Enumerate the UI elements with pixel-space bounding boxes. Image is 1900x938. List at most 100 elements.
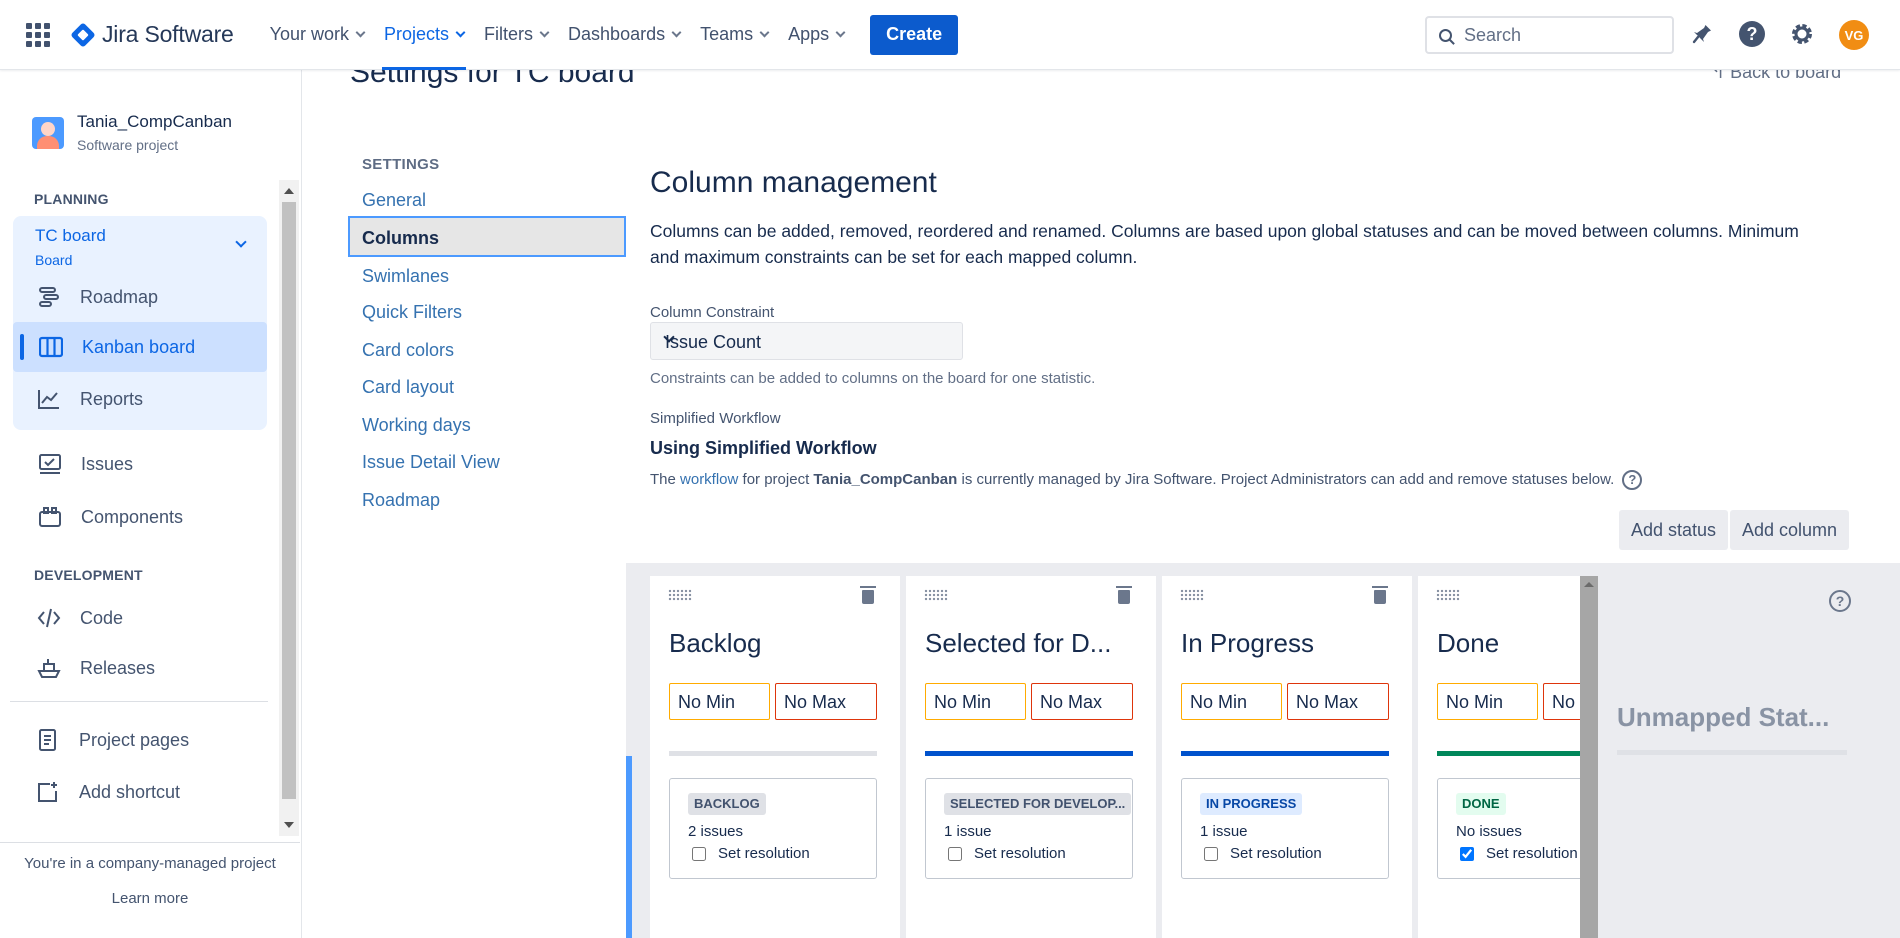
workflow-text: is currently managed by Jira Software. P…	[957, 470, 1615, 488]
settings-link-swimlanes[interactable]: Swimlanes	[362, 266, 449, 287]
column-min-input[interactable]: No Min	[1437, 683, 1538, 720]
settings-link-general[interactable]: General	[362, 190, 426, 211]
column-max-input[interactable]: No Max	[775, 683, 877, 720]
settings-link-working-days[interactable]: Working days	[362, 415, 471, 436]
issue-count: No issues	[1456, 823, 1522, 840]
project-sidebar: Tania_CompCanban Software project PLANNI…	[0, 70, 302, 938]
board-column[interactable]: Backlog No Min No Max BACKLOG 2 issues S…	[650, 576, 900, 938]
sidebar-item-label: Project pages	[79, 729, 190, 750]
set-resolution[interactable]: Set resolution	[692, 845, 810, 862]
settings-link-quick-filters[interactable]: Quick Filters	[362, 302, 462, 323]
scroll-down-icon[interactable]	[284, 822, 294, 828]
nav-teams[interactable]: Teams	[690, 0, 778, 70]
scroll-up-icon[interactable]	[1584, 582, 1594, 587]
status-card[interactable]: SELECTED FOR DEVELOP... 1 issue Set reso…	[925, 778, 1133, 879]
sidebar-item-reports[interactable]: Reports	[37, 381, 143, 417]
sidebar-item-code[interactable]: Code	[37, 600, 123, 636]
add-status-button[interactable]: Add status	[1619, 510, 1729, 550]
board-column[interactable]: In Progress No Min No Max IN PROGRESS 1 …	[1162, 576, 1412, 938]
column-min-input[interactable]: No Min	[669, 683, 770, 720]
sidebar-item-releases[interactable]: Releases	[37, 650, 155, 686]
sidebar-item-kanban-board[interactable]: Kanban board	[38, 329, 196, 365]
learn-more-link[interactable]: Learn more	[0, 890, 300, 907]
company-managed-text: You're in a company-managed project	[24, 855, 276, 872]
sidebar-item-label: Roadmap	[80, 286, 159, 307]
column-title[interactable]: In Progress	[1181, 628, 1314, 659]
create-button[interactable]: Create	[870, 14, 959, 55]
sidebar-scrollbar[interactable]	[279, 180, 299, 836]
drag-handle-icon[interactable]	[924, 589, 948, 601]
set-resolution[interactable]: Set resolution	[948, 845, 1066, 862]
board-drop-indicator	[626, 756, 632, 938]
drag-handle-icon[interactable]	[668, 589, 692, 601]
column-max-input[interactable]: No Max	[1287, 683, 1389, 720]
jira-logo[interactable]: Jira Software	[70, 21, 234, 48]
sidebar-item-issues[interactable]: Issues	[38, 446, 133, 482]
trash-icon[interactable]	[1116, 586, 1132, 604]
set-resolution-checkbox[interactable]	[948, 846, 962, 861]
settings-link-columns[interactable]: Columns	[348, 216, 626, 257]
column-max-input[interactable]: No Max	[1031, 683, 1133, 720]
column-constraint-select[interactable]: Issue Count	[650, 322, 963, 360]
sidebar-item-label: Kanban board	[82, 336, 196, 357]
notifications-icon[interactable]	[1688, 20, 1716, 48]
board-column[interactable]: Selected for D... No Min No Max SELECTED…	[906, 576, 1156, 938]
column-min-input[interactable]: No Min	[1181, 683, 1282, 720]
nav-your-work[interactable]: Your work	[260, 0, 374, 70]
project-header[interactable]: Tania_CompCanban Software project	[32, 112, 232, 153]
nav-apps[interactable]: Apps	[778, 0, 854, 70]
search-input[interactable]: Search	[1425, 16, 1674, 54]
chevron-down-icon	[759, 27, 770, 38]
settings-gear-icon[interactable]	[1788, 20, 1816, 48]
chevron-down-icon[interactable]	[235, 236, 247, 248]
column-title[interactable]: Backlog	[669, 628, 762, 659]
help-icon[interactable]: ?	[1622, 470, 1643, 490]
app-switcher-icon[interactable]	[24, 21, 52, 49]
nav-label: Apps	[788, 24, 830, 44]
trash-icon[interactable]	[1372, 586, 1388, 604]
settings-link-roadmap[interactable]: Roadmap	[362, 490, 440, 511]
workflow-link[interactable]: workflow	[680, 471, 738, 488]
help-icon[interactable]: ?	[1738, 20, 1766, 48]
status-card[interactable]: BACKLOG 2 issues Set resolution	[669, 778, 877, 879]
settings-link-card-layout[interactable]: Card layout	[362, 377, 454, 398]
settings-link-issue-detail-view[interactable]: Issue Detail View	[362, 452, 500, 473]
trash-icon[interactable]	[860, 586, 876, 604]
column-max-input[interactable]: No	[1543, 683, 1580, 720]
sidebar-item-label: Issues	[81, 453, 134, 474]
set-resolution-checkbox[interactable]	[1204, 846, 1218, 861]
column-title[interactable]: Selected for D...	[925, 628, 1111, 659]
drag-handle-icon[interactable]	[1436, 589, 1460, 601]
sidebar-item-roadmap[interactable]: Roadmap	[37, 279, 158, 315]
board-column[interactable]: Done No Min No DONE No issues Set resolu…	[1418, 576, 1580, 938]
column-title[interactable]: Done	[1437, 628, 1499, 659]
board-scrollbar[interactable]	[1580, 576, 1598, 938]
user-avatar[interactable]: VG	[1839, 20, 1869, 50]
company-managed-notice: You're in a company-managed project Lear…	[0, 842, 300, 938]
nav-dashboards[interactable]: Dashboards	[558, 0, 690, 70]
nav-projects[interactable]: Projects	[374, 0, 474, 70]
set-resolution-checkbox[interactable]	[1460, 846, 1474, 861]
sidebar-item-components[interactable]: Components	[38, 499, 183, 535]
column-min-input[interactable]: No Min	[925, 683, 1026, 720]
set-resolution[interactable]: Set resolution	[1460, 845, 1578, 862]
status-card[interactable]: DONE No issues Set resolution	[1437, 778, 1580, 879]
settings-link-card-colors[interactable]: Card colors	[362, 340, 454, 361]
status-lozenge: BACKLOG	[688, 793, 766, 815]
column-constraint-label: Column Constraint	[650, 304, 775, 321]
sidebar-item-add-shortcut[interactable]: Add shortcut	[36, 774, 180, 810]
add-column-button[interactable]: Add column	[1730, 510, 1850, 550]
nav-filters[interactable]: Filters	[474, 0, 558, 70]
status-card[interactable]: IN PROGRESS 1 issue Set resolution	[1181, 778, 1389, 879]
set-resolution[interactable]: Set resolution	[1204, 845, 1322, 862]
help-icon[interactable]: ?	[1829, 590, 1851, 612]
sidebar-item-label: Code	[80, 607, 124, 628]
drag-handle-icon[interactable]	[1180, 589, 1204, 601]
scroll-up-icon[interactable]	[284, 188, 294, 194]
sidebar-item-project-pages[interactable]: Project pages	[36, 722, 189, 758]
scrollbar-thumb[interactable]	[282, 202, 296, 799]
unmapped-statuses-title: Unmapped Stat...	[1617, 702, 1830, 732]
code-icon	[37, 607, 61, 629]
set-resolution-checkbox[interactable]	[692, 846, 706, 861]
board-name[interactable]: TC board	[35, 226, 106, 246]
